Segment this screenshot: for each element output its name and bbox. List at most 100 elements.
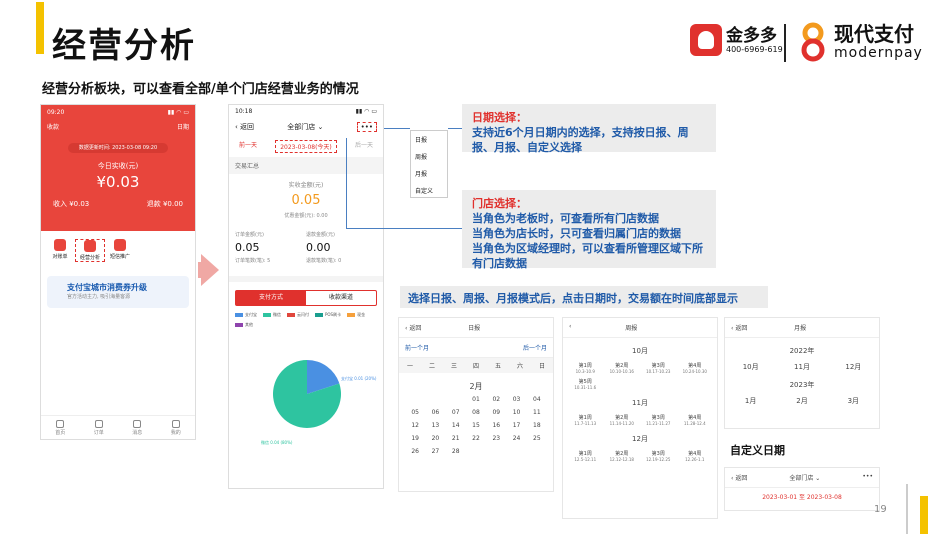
more-button[interactable]: ••• (356, 122, 377, 132)
receive-button[interactable]: 收款 (47, 122, 59, 131)
day-cell[interactable]: 17 (506, 422, 526, 429)
day-cell[interactable]: 27 (425, 448, 445, 455)
next-day-button[interactable]: 后一天 (355, 140, 373, 153)
phone-home-screen: 09:20 ▮▮ ◠ ▭ 收款 日期 数据更新时间: 2023-03-08 09:2… (40, 104, 196, 440)
sms-promo-button[interactable]: 短信推广 (105, 239, 135, 262)
month-cell[interactable]: 12月 (845, 362, 861, 372)
day-cell[interactable]: 19 (405, 435, 425, 442)
day-cell[interactable]: 22 (466, 435, 486, 442)
store-select[interactable]: 全部门店 ⌄ (789, 473, 820, 482)
eagle-icon (690, 24, 722, 56)
connector-line (384, 128, 410, 129)
day-cell[interactable]: 15 (466, 422, 486, 429)
week-cell[interactable]: 第2周 11.14-11.20 (604, 414, 641, 426)
day-cell[interactable]: 06 (425, 409, 445, 416)
week-cell[interactable]: 第4周 12.26-1.1 (677, 450, 714, 462)
date-button[interactable]: 日期 (177, 122, 189, 131)
tab-messages[interactable]: 消息 (132, 420, 142, 439)
day-cell[interactable]: 13 (425, 422, 445, 429)
week-cell[interactable]: 第1周 11.7-11.13 (567, 414, 604, 426)
prev-day-button[interactable]: 前一天 (239, 140, 257, 153)
monthly-calendar: ‹ 返回 月报 2022年 10月 11月 12月 2023年 1月 2月 3月 (724, 317, 880, 429)
back-button[interactable]: ‹ 返回 (731, 323, 747, 332)
prev-month-button[interactable]: 前一个月 (405, 343, 429, 352)
month-cell[interactable]: 2月 (796, 396, 807, 406)
day-cell[interactable]: 05 (405, 409, 425, 416)
month-cell[interactable]: 11月 (794, 362, 810, 372)
day-grid: 01 02 03 04 05 06 07 08 09 10 11 12 13 14 15 16 17 18 19 20… (399, 396, 553, 455)
date-range[interactable]: 2023-03-01 至 2023-03-08 (725, 488, 879, 501)
week-cell[interactable]: 第1周 12.5-12.11 (567, 450, 604, 462)
day-cell[interactable]: 12 (405, 422, 425, 429)
statement-button[interactable]: 对账单 (45, 239, 75, 262)
mail-icon (114, 239, 126, 251)
custom-date-title: 自定义日期 (730, 444, 785, 457)
tab-orders[interactable]: 订单 (94, 420, 104, 439)
tab-pay-method[interactable]: 支付方式 (236, 291, 306, 305)
day-cell[interactable]: 23 (486, 435, 506, 442)
day-cell[interactable]: 04 (527, 396, 547, 403)
day-cell[interactable]: 26 (405, 448, 425, 455)
modernpay-logo: 现代支付 modernpay (796, 22, 923, 62)
day-cell[interactable]: 28 (446, 448, 466, 455)
day-cell[interactable]: 18 (527, 422, 547, 429)
date-picker[interactable]: 2023-03-08(今天) (275, 140, 337, 153)
week-cell[interactable]: 第2周 12.12-12.18 (604, 450, 641, 462)
day-cell (446, 396, 466, 403)
week-cell[interactable]: 第4周 11.28-12.4 (677, 414, 714, 426)
today-amount: ¥0.03 (96, 173, 140, 191)
week-cell[interactable]: 第3周 10.17-10.23 (640, 362, 677, 374)
day-cell[interactable]: 11 (527, 409, 547, 416)
report-type-menu: 日报 周报 月报 自定义 (410, 130, 448, 198)
week-cell[interactable]: 第2周 10.10-10.16 (604, 362, 641, 374)
month-cell[interactable]: 1月 (745, 396, 756, 406)
day-cell[interactable]: 16 (486, 422, 506, 429)
menu-item-daily[interactable]: 日报 (411, 131, 447, 148)
month-cell[interactable]: 10月 (743, 362, 759, 372)
back-button[interactable]: ‹ 返回 (235, 122, 254, 132)
accent-bar (920, 496, 928, 534)
legend-item: 其他 (235, 322, 253, 328)
next-month-button[interactable]: 后一个月 (523, 343, 547, 352)
menu-item-monthly[interactable]: 月报 (411, 165, 447, 182)
day-cell[interactable]: 07 (446, 409, 466, 416)
tab-home[interactable]: 首页 (55, 420, 65, 439)
promo-banner[interactable]: 支付宝城市消费券升级 官方活动主力, 吸引海量客源 (47, 276, 189, 308)
week-cell[interactable]: 第5周 10.31-11.6 (567, 378, 604, 390)
day-cell[interactable]: 20 (425, 435, 445, 442)
statement-icon (54, 239, 66, 251)
day-cell[interactable]: 08 (466, 409, 486, 416)
day-cell[interactable]: 02 (486, 396, 506, 403)
back-button[interactable]: ‹ 返回 (405, 323, 421, 332)
week-cell[interactable]: 第3周 11.21-11.27 (640, 414, 677, 426)
menu-item-weekly[interactable]: 周报 (411, 148, 447, 165)
store-select[interactable]: 全部门店 ⌄ (287, 122, 323, 132)
day-cell[interactable]: 24 (506, 435, 526, 442)
tab-channel[interactable]: 收款渠道 (306, 291, 376, 305)
pie-label-alipay: 支付宝 0.01 (20%) (341, 375, 377, 381)
back-button[interactable]: ‹ (569, 323, 571, 332)
day-cell[interactable]: 25 (527, 435, 547, 442)
day-cell[interactable]: 03 (506, 396, 526, 403)
week-cell[interactable]: 第3周 12.19-12.25 (640, 450, 677, 462)
callout-store: 门店选择： 当角色为老板时，可查看所有门店数据 当角色为店长时，只可查看归属门店的… (462, 190, 716, 270)
day-cell[interactable]: 10 (506, 409, 526, 416)
month-cell[interactable]: 3月 (848, 396, 859, 406)
tab-me[interactable]: 我的 (171, 420, 181, 439)
day-cell[interactable]: 09 (486, 409, 506, 416)
page-number: 19 (874, 504, 887, 515)
analysis-button[interactable]: 经营分析 (75, 239, 105, 262)
day-cell[interactable]: 21 (446, 435, 466, 442)
signal-icon: ▮▮ ◠ ▭ (355, 108, 377, 115)
legend-item: 现金 (347, 312, 365, 318)
legend-item: 支付宝 (235, 312, 257, 318)
analysis-icon (84, 240, 96, 252)
week-cell[interactable]: 第1周 10.3-10.9 (567, 362, 604, 374)
day-cell[interactable]: 14 (446, 422, 466, 429)
week-cell[interactable]: 第4周 10.24-10.30 (677, 362, 714, 374)
menu-item-custom[interactable]: 自定义 (411, 182, 447, 199)
day-cell[interactable]: 01 (466, 396, 486, 403)
back-button[interactable]: ‹ 返回 (731, 473, 747, 482)
daily-calendar: ‹ 返回 日报 前一个月 后一个月 一二三四五六日 2月 01 02 03 04 05 06 0… (398, 317, 554, 492)
page-subtitle: 经营分析板块，可以查看全部/单个门店经营业务的情况 (42, 82, 359, 97)
